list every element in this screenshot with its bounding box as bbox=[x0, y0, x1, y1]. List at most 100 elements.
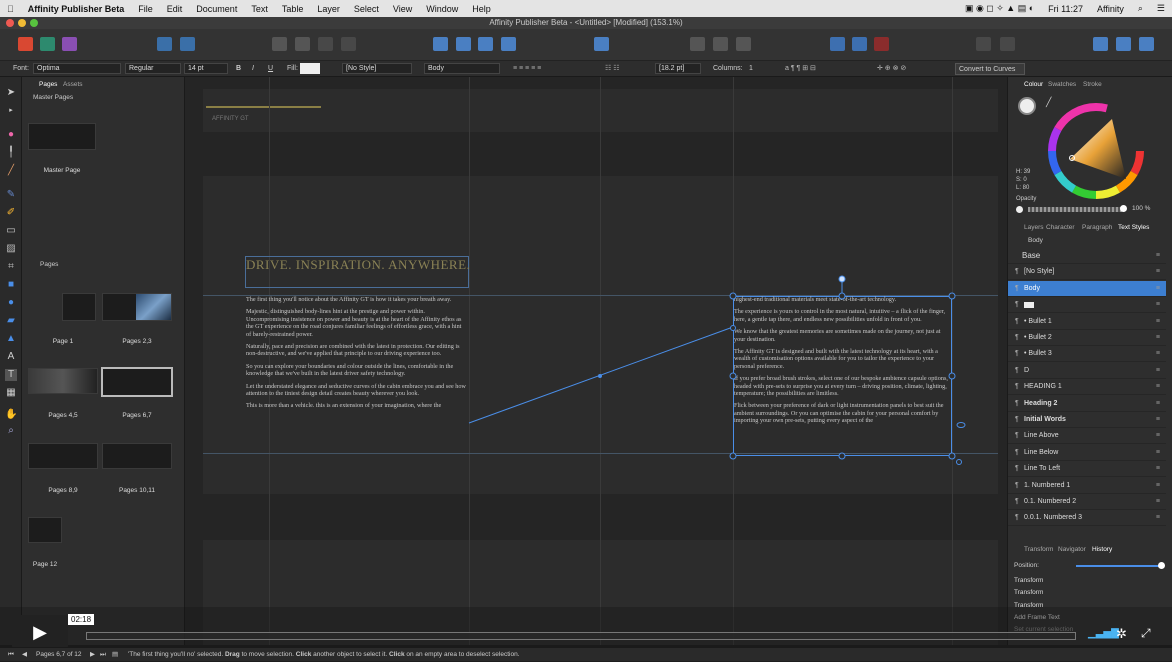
artistic-text-icon[interactable]: A bbox=[5, 351, 17, 363]
text-style-item[interactable]: ¶ Line To Left ≡ bbox=[1008, 461, 1166, 478]
minimize-window-button[interactable] bbox=[18, 19, 26, 27]
text-style-item[interactable]: ¶ Line Above ≡ bbox=[1008, 428, 1166, 445]
tab-assets[interactable]: Assets bbox=[63, 81, 83, 88]
italic-button[interactable]: I bbox=[252, 61, 254, 77]
text-style-item[interactable]: ¶ Heading 2 ≡ bbox=[1008, 396, 1166, 412]
text-style-item[interactable]: ¶ • Bullet 3 ≡ bbox=[1008, 346, 1166, 363]
text-options-icons[interactable]: a ¶ ¶ ⊞ ⊟ bbox=[785, 61, 816, 77]
menu-app[interactable]: Affinity Publisher Beta bbox=[21, 4, 132, 14]
fill-swatch[interactable] bbox=[300, 63, 320, 74]
menu-window[interactable]: Window bbox=[419, 4, 465, 14]
text-style-item[interactable]: ¶ • Bullet 2 ≡ bbox=[1008, 330, 1166, 346]
style-menu-icon[interactable]: ≡ bbox=[1156, 396, 1160, 412]
picture-frame-icon[interactable]: ▭ bbox=[5, 225, 17, 237]
preferences-icon[interactable] bbox=[180, 37, 195, 51]
style-menu-icon[interactable]: ≡ bbox=[1156, 412, 1160, 428]
prev-page-icon[interactable]: ◀ bbox=[22, 648, 27, 662]
leading-field[interactable]: [18.2 pt] bbox=[655, 63, 701, 74]
flip-horizontal-icon[interactable] bbox=[433, 37, 448, 51]
style-menu-icon[interactable]: ≡ bbox=[1156, 461, 1160, 477]
text-style-item[interactable]: ¶ 0.0.1. Numbered 3 ≡ bbox=[1008, 510, 1166, 527]
style-menu-icon[interactable]: ≡ bbox=[1156, 494, 1160, 510]
ellipse-tool-icon[interactable]: ● bbox=[5, 297, 17, 309]
page-12-thumb[interactable] bbox=[28, 517, 62, 543]
history-slider-knob[interactable] bbox=[1158, 562, 1165, 569]
user-name[interactable]: Affinity bbox=[1090, 4, 1131, 14]
photo-persona-icon[interactable] bbox=[62, 37, 77, 51]
text-style-item[interactable]: ¶ [No Style] ≡ bbox=[1008, 264, 1166, 281]
pages-6-7-thumb[interactable] bbox=[101, 367, 173, 397]
menu-view[interactable]: View bbox=[386, 4, 419, 14]
frame-icon[interactable] bbox=[690, 37, 705, 51]
style-menu-icon[interactable]: ≡ bbox=[1156, 363, 1160, 379]
fullscreen-icon[interactable]: ⤢ bbox=[1141, 626, 1151, 641]
volume-icon[interactable]: ▁▃▅▇ bbox=[1088, 628, 1119, 639]
crop-tool-icon[interactable]: ⌗ bbox=[5, 261, 17, 273]
history-item[interactable]: Transform bbox=[1014, 589, 1043, 596]
snapping-icon[interactable] bbox=[874, 37, 889, 51]
flip-vertical-icon[interactable] bbox=[456, 37, 471, 51]
pages-4-5-thumb[interactable] bbox=[28, 368, 98, 394]
designer-persona-icon[interactable] bbox=[40, 37, 55, 51]
image-tool-icon[interactable]: ▨ bbox=[5, 243, 17, 255]
style-menu-icon[interactable]: ≡ bbox=[1156, 478, 1160, 494]
insert-icon[interactable] bbox=[736, 37, 751, 51]
history-item[interactable]: Transform bbox=[1014, 577, 1043, 584]
text-style-item[interactable]: ¶ Line Below ≡ bbox=[1008, 445, 1166, 461]
font-weight-select[interactable]: Regular bbox=[125, 63, 181, 74]
list-icon[interactable]: ☰ bbox=[1150, 3, 1172, 14]
text-style-item[interactable]: ¶ HEADING 1 ≡ bbox=[1008, 379, 1166, 396]
play-button[interactable]: ▶ bbox=[12, 615, 68, 649]
tab-layers[interactable]: Layers bbox=[1024, 224, 1044, 231]
style-menu-icon[interactable]: ≡ bbox=[1156, 264, 1160, 280]
last-page-icon[interactable]: ⏭ bbox=[100, 648, 106, 662]
first-page-icon[interactable]: ⏮ bbox=[8, 648, 14, 662]
studio-alt-icon[interactable] bbox=[1116, 37, 1131, 51]
pencil-tool-icon[interactable]: ✐ bbox=[5, 207, 17, 219]
studio-icon[interactable] bbox=[1093, 37, 1108, 51]
text-style-item[interactable]: ¶ 1. Numbered 1 ≡ bbox=[1008, 478, 1166, 494]
text-style-item[interactable]: ¶ 0.1. Numbered 2 ≡ bbox=[1008, 494, 1166, 510]
mask-icon[interactable] bbox=[713, 37, 728, 51]
opacity-slider[interactable] bbox=[1028, 207, 1122, 212]
opacity-value[interactable]: 100 % bbox=[1132, 205, 1150, 212]
bold-button[interactable]: B bbox=[236, 61, 241, 77]
style-menu-icon[interactable]: ≡ bbox=[1156, 510, 1160, 526]
font-family-select[interactable]: Optima bbox=[33, 63, 121, 74]
underline-button[interactable]: U bbox=[268, 61, 273, 77]
tab-colour[interactable]: Colour bbox=[1024, 81, 1043, 88]
tab-swatches[interactable]: Swatches bbox=[1048, 81, 1076, 88]
font-size-field[interactable]: 14 pt bbox=[184, 63, 228, 74]
page-1-thumb[interactable] bbox=[62, 293, 96, 321]
view-mode-alt-icon[interactable] bbox=[852, 37, 867, 51]
arrange-front-icon[interactable] bbox=[341, 37, 356, 51]
arrange-back-icon[interactable] bbox=[318, 37, 333, 51]
pages-2-3-thumb[interactable] bbox=[102, 293, 172, 321]
next-page-icon[interactable]: ▶ bbox=[90, 648, 95, 662]
text-style-item[interactable]: ¶ ≡ bbox=[1008, 297, 1166, 314]
pen-tool-icon[interactable]: ✎ bbox=[5, 189, 17, 201]
video-progress[interactable] bbox=[86, 632, 1076, 640]
hand-tool-icon[interactable]: ✋ bbox=[5, 409, 17, 421]
text-style-item[interactable]: ¶ • Bullet 1 ≡ bbox=[1008, 314, 1166, 330]
master-page-thumb[interactable] bbox=[28, 123, 96, 150]
search-icon[interactable]: ⌕ bbox=[1131, 3, 1150, 14]
menu-document[interactable]: Document bbox=[189, 4, 244, 14]
style-menu-icon[interactable]: ≡ bbox=[1156, 428, 1160, 444]
close-window-button[interactable] bbox=[6, 19, 14, 27]
pages-10-11-thumb[interactable] bbox=[102, 443, 172, 469]
opacity-slider-knob[interactable] bbox=[1120, 205, 1127, 212]
style-menu-icon[interactable]: ≡ bbox=[1156, 281, 1160, 297]
rounded-rect-tool-icon[interactable]: ▰ bbox=[5, 315, 17, 327]
tab-character[interactable]: Character bbox=[1046, 224, 1075, 231]
character-style-select[interactable]: [No Style] bbox=[342, 63, 412, 74]
apple-icon[interactable]:  bbox=[0, 4, 21, 14]
crop-icon[interactable] bbox=[1000, 37, 1015, 51]
style-menu-icon[interactable]: ≡ bbox=[1156, 346, 1160, 362]
studio-more-icon[interactable] bbox=[1139, 37, 1154, 51]
page-indicator[interactable]: Pages 6,7 of 12 bbox=[36, 648, 82, 662]
settings-icon[interactable]: ✲ bbox=[1116, 626, 1127, 642]
color-wheel[interactable] bbox=[1048, 103, 1144, 199]
list-icons[interactable]: ☷ ☷ bbox=[605, 61, 620, 77]
style-menu-icon[interactable]: ≡ bbox=[1156, 445, 1160, 461]
